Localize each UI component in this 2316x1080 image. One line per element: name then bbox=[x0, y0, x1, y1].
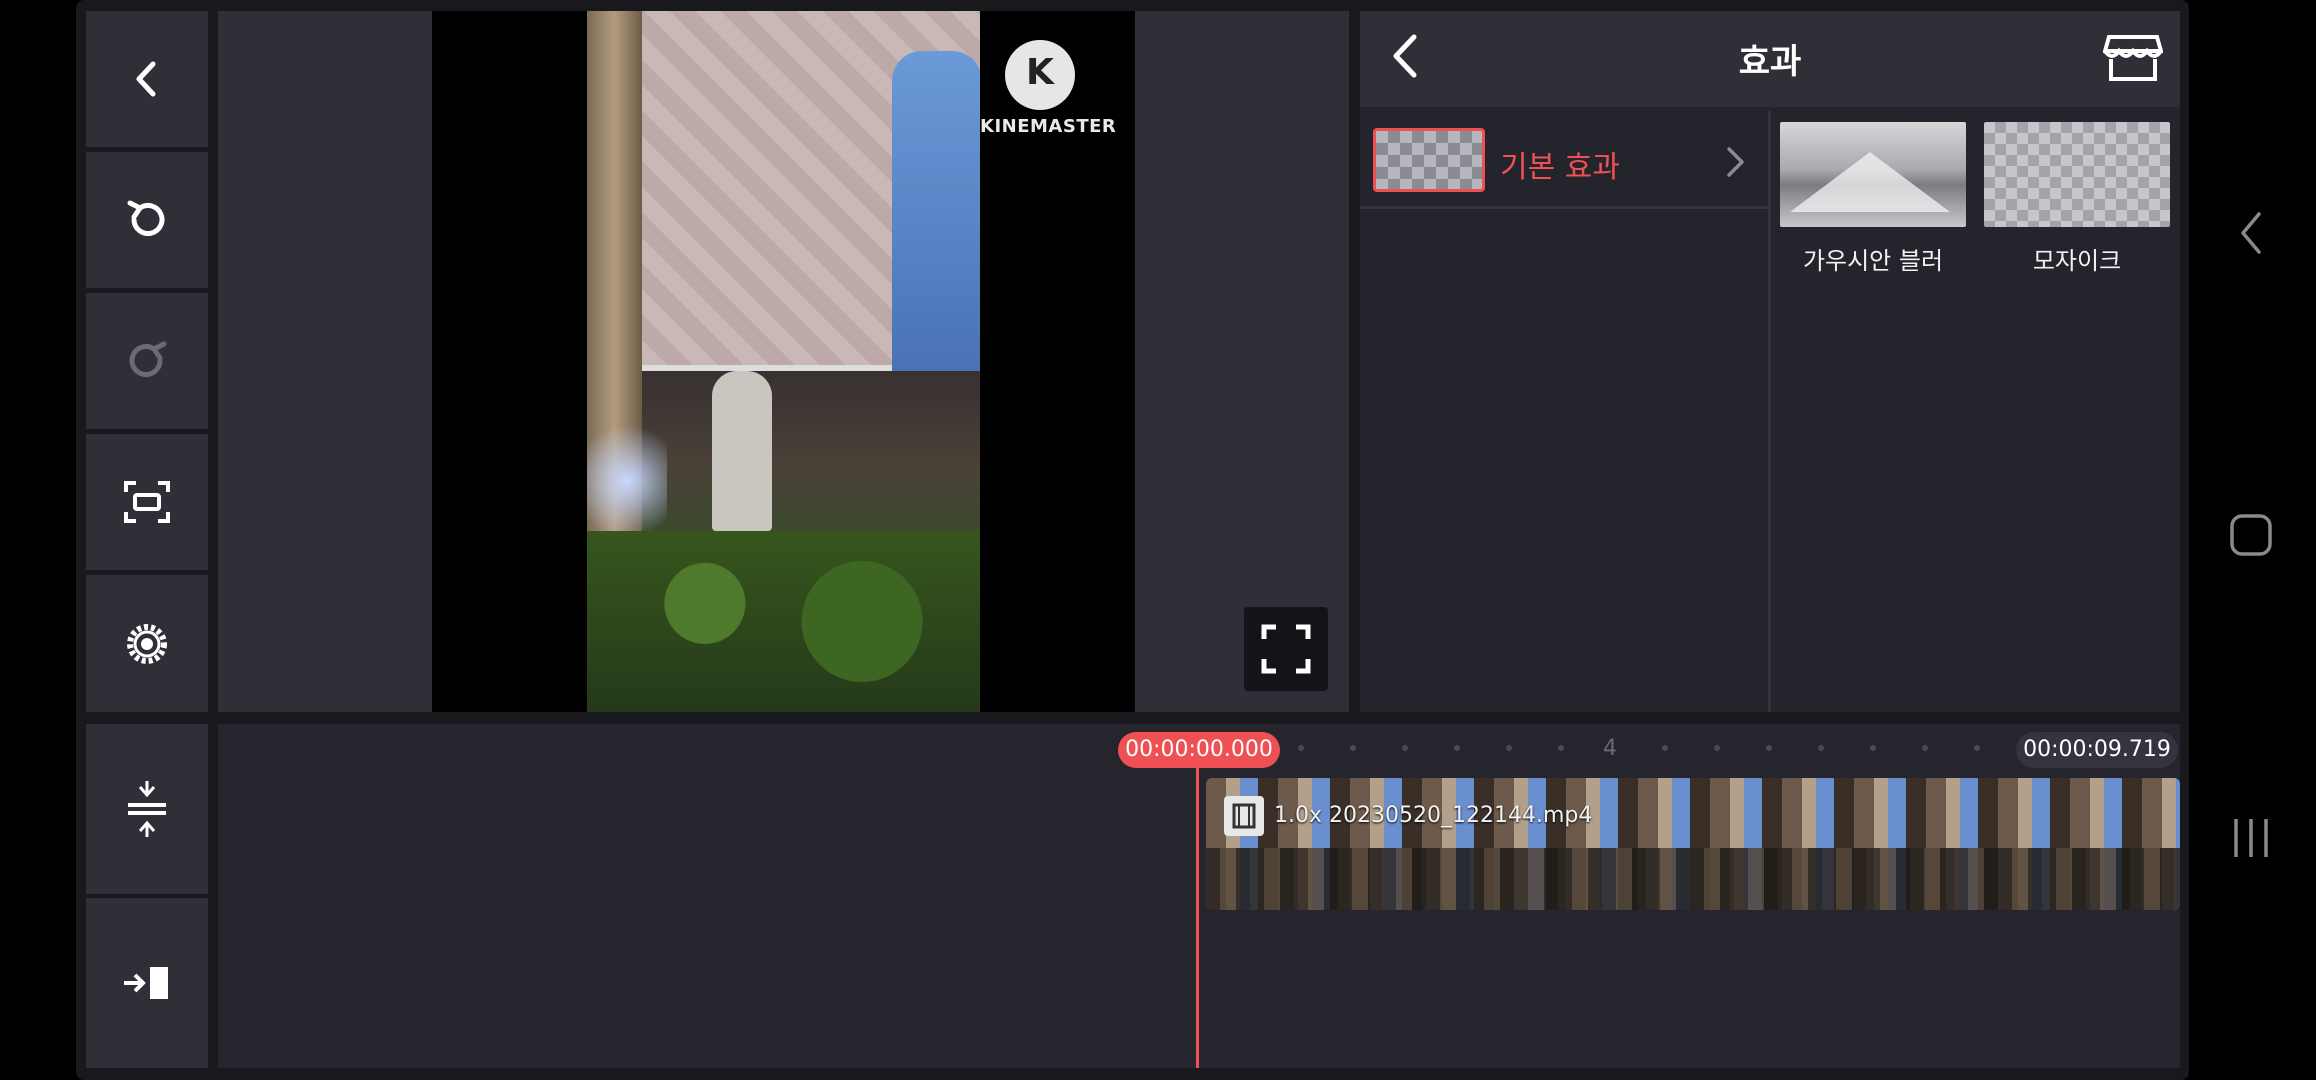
category-thumbnail bbox=[1373, 128, 1485, 192]
layer-adjust-button[interactable] bbox=[86, 724, 208, 894]
store-icon bbox=[2103, 35, 2163, 81]
chevron-right-icon bbox=[1727, 147, 1744, 177]
export-button[interactable] bbox=[86, 898, 208, 1068]
panel-back-button[interactable] bbox=[1376, 26, 1436, 86]
home-icon bbox=[2230, 514, 2272, 556]
undo-icon bbox=[127, 200, 165, 236]
ruler-mark: 4 bbox=[1603, 736, 1617, 761]
effect-label: 모자이크 bbox=[2032, 247, 2122, 275]
asset-store-button[interactable] bbox=[2100, 28, 2166, 88]
undo-button[interactable] bbox=[86, 152, 208, 288]
system-back-button[interactable] bbox=[2216, 198, 2286, 268]
clip-name: 1.0x 20230520_122144.mp4 bbox=[1274, 803, 1593, 828]
back-icon bbox=[1393, 34, 1417, 78]
video-clip[interactable] bbox=[1206, 778, 2180, 910]
kinemaster-watermark: K KINEMASTER bbox=[980, 40, 1116, 137]
capture-button[interactable] bbox=[86, 434, 208, 570]
layer-adjust-icon bbox=[128, 781, 166, 837]
system-recents-button[interactable] bbox=[2216, 803, 2286, 873]
category-label: 기본 효과 bbox=[1500, 150, 1620, 185]
video-preview[interactable] bbox=[587, 11, 980, 712]
effect-thumbnail bbox=[1780, 122, 1966, 227]
back-button[interactable] bbox=[86, 11, 208, 147]
export-icon bbox=[124, 967, 168, 999]
playhead-time[interactable]: 00:00:00.000 bbox=[1118, 732, 1280, 768]
panel-title: 효과 bbox=[1738, 42, 1802, 82]
effect-gaussian-blur[interactable]: 가우시안 블러 bbox=[1780, 122, 1966, 276]
total-duration: 00:00:09.719 bbox=[2016, 732, 2178, 768]
effect-label: 가우시안 블러 bbox=[1802, 247, 1944, 275]
recents-icon bbox=[2234, 819, 2268, 857]
capture-icon bbox=[124, 481, 170, 523]
settings-icon bbox=[127, 623, 167, 664]
fullscreen-button[interactable] bbox=[1244, 607, 1328, 691]
redo-icon bbox=[129, 341, 167, 377]
film-icon bbox=[1224, 796, 1264, 836]
system-home-button[interactable] bbox=[2216, 500, 2286, 570]
back-icon bbox=[136, 61, 156, 97]
playhead[interactable] bbox=[1196, 768, 1199, 1068]
redo-button[interactable] bbox=[86, 293, 208, 429]
kinemaster-logo-icon: K bbox=[1005, 40, 1075, 110]
settings-button[interactable] bbox=[86, 575, 208, 712]
effect-thumbnail bbox=[1984, 122, 2170, 227]
back-icon bbox=[2241, 212, 2261, 254]
effect-mosaic[interactable]: 모자이크 bbox=[1984, 122, 2170, 276]
panel-divider bbox=[1768, 111, 1771, 712]
fullscreen-icon bbox=[1261, 624, 1311, 674]
